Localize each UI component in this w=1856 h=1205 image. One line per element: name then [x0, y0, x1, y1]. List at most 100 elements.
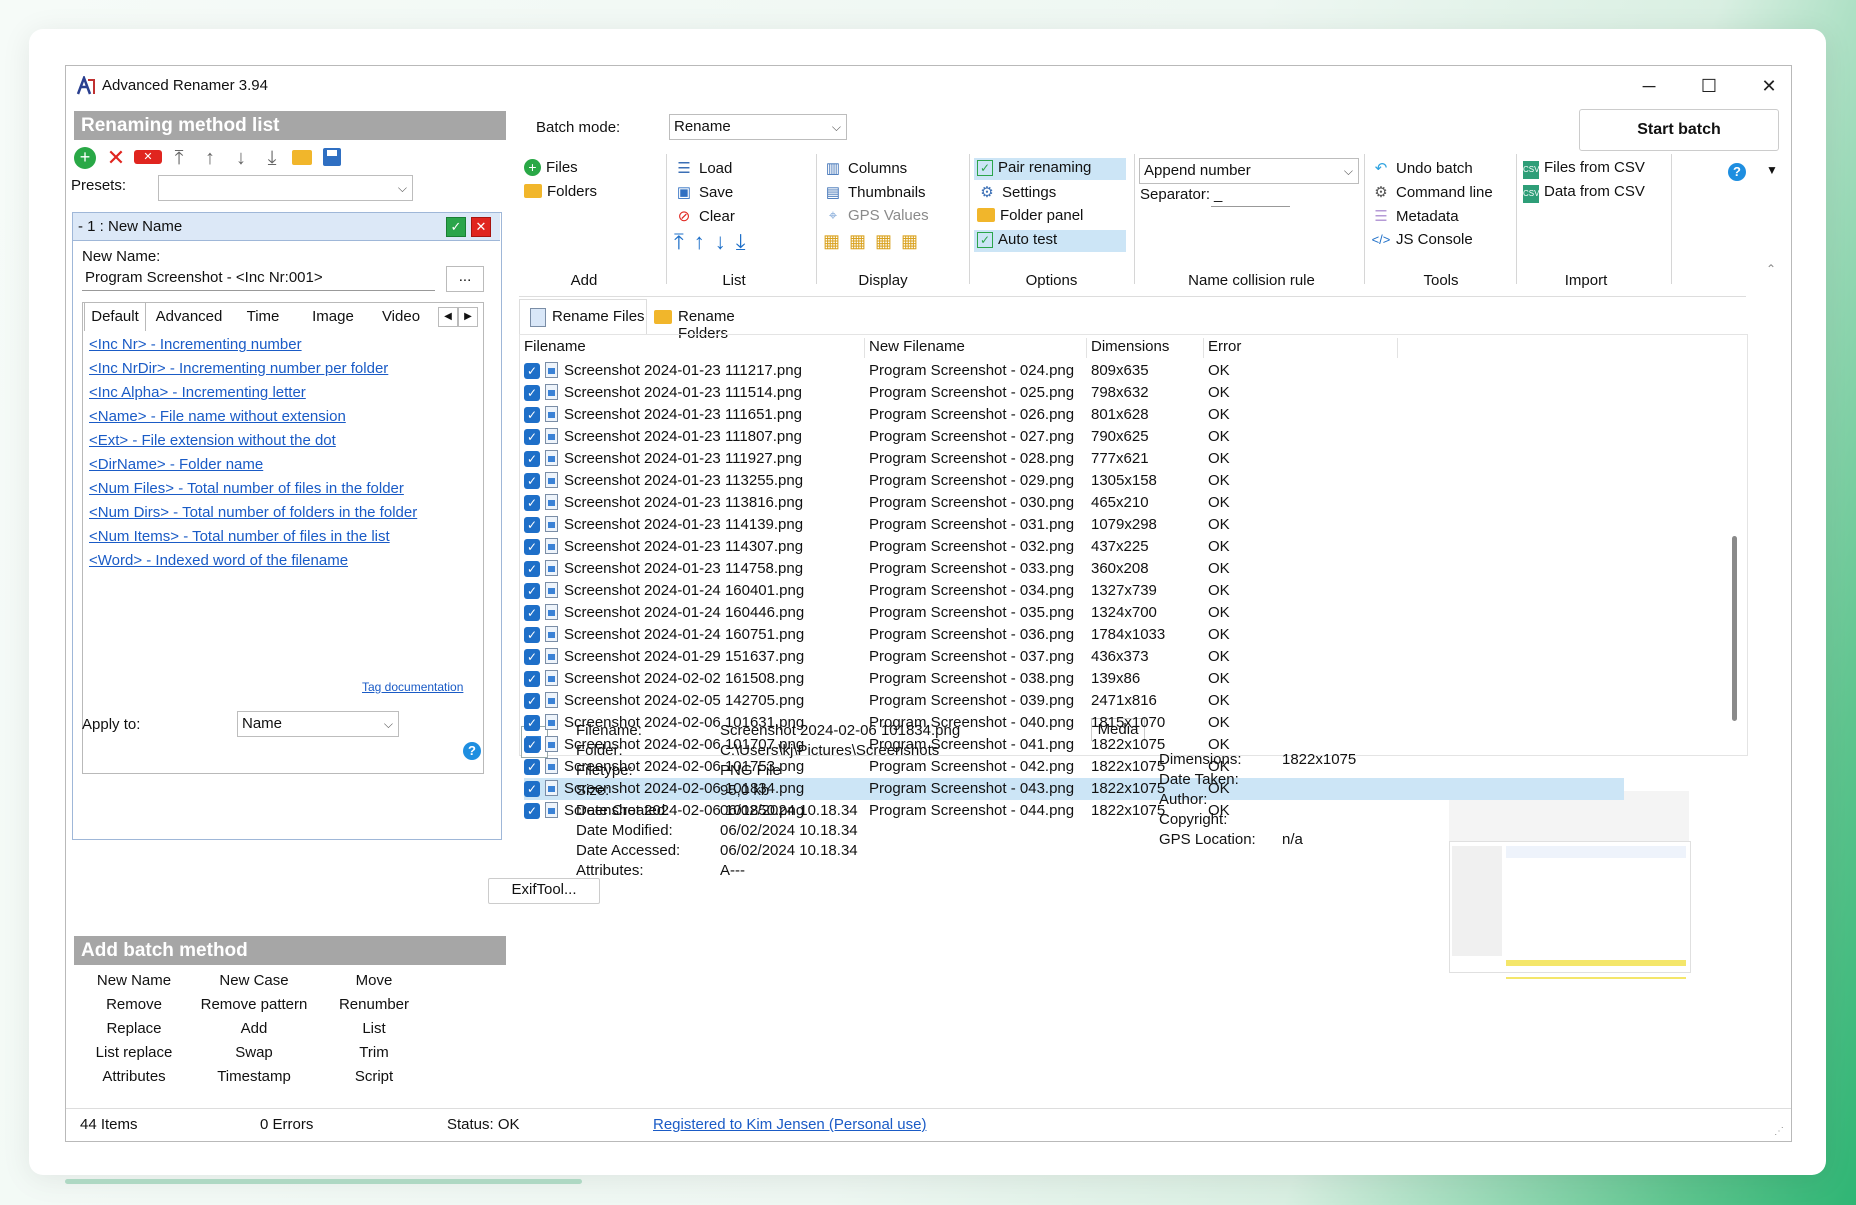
row-checkbox[interactable]: ✓: [524, 517, 540, 533]
tag-link-name[interactable]: <Name> - File name without extension: [89, 408, 346, 425]
command-line-button[interactable]: ⚙ Command line: [1371, 183, 1492, 201]
tab-rename-folders[interactable]: Rename Folders: [648, 303, 788, 342]
delete-all-icon[interactable]: ✕: [134, 150, 162, 164]
table-row[interactable]: ✓ Screenshot 2024-01-23 114139.png Program…: [524, 514, 1624, 536]
row-checkbox[interactable]: ✓: [524, 539, 540, 555]
row-checkbox[interactable]: ✓: [524, 495, 540, 511]
method-renumber[interactable]: Renumber: [314, 996, 434, 1013]
method-swap[interactable]: Swap: [184, 1044, 324, 1061]
display-columns-button[interactable]: ▥ Columns: [823, 159, 907, 177]
auto-test-toggle[interactable]: ✓ Auto test: [977, 231, 1057, 248]
row-checkbox[interactable]: ✓: [524, 627, 540, 643]
open-folder-icon[interactable]: [292, 150, 312, 165]
table-row[interactable]: ✓ Screenshot 2024-02-05 142705.png Program…: [524, 690, 1624, 712]
table-row[interactable]: ✓ Screenshot 2024-01-23 113255.png Program…: [524, 470, 1624, 492]
layout-details-icon[interactable]: ▦: [901, 231, 927, 251]
table-row[interactable]: ✓ Screenshot 2024-02-02 161508.png Program…: [524, 668, 1624, 690]
display-gps-button[interactable]: ⌖ GPS Values: [823, 207, 929, 224]
method-script[interactable]: Script: [314, 1068, 434, 1085]
layout-grid-icon[interactable]: ▦: [849, 231, 875, 251]
method-new-case[interactable]: New Case: [184, 972, 324, 989]
method-remove-pattern[interactable]: Remove pattern: [184, 996, 324, 1013]
method-list[interactable]: List: [314, 1020, 434, 1037]
resize-grip-icon[interactable]: ⋰: [1774, 1126, 1784, 1137]
row-checkbox[interactable]: ✓: [524, 385, 540, 401]
method-list-replace[interactable]: List replace: [74, 1044, 194, 1061]
row-checkbox[interactable]: ✓: [524, 605, 540, 621]
move-down-icon[interactable]: ↓: [715, 229, 736, 254]
move-bottom-icon[interactable]: ⤓: [736, 229, 756, 254]
tab-scroll-left-icon[interactable]: ◀: [438, 307, 458, 327]
table-row[interactable]: ✓ Screenshot 2024-01-23 111514.png Program…: [524, 382, 1624, 404]
table-row[interactable]: ✓ Screenshot 2024-02-06 101631.png Program…: [524, 712, 1624, 734]
layout-list-icon[interactable]: ▦: [823, 231, 849, 251]
row-checkbox[interactable]: ✓: [524, 737, 540, 753]
method-attributes[interactable]: Attributes: [74, 1068, 194, 1085]
row-checkbox[interactable]: ✓: [524, 759, 540, 775]
tab-advanced[interactable]: Advanced: [150, 304, 228, 330]
new-name-input[interactable]: Program Screenshot - <Inc Nr:001>: [82, 266, 435, 291]
collision-rule-dropdown[interactable]: Append number ⌵: [1139, 158, 1359, 184]
list-load-button[interactable]: ☰ Load: [674, 159, 732, 177]
tag-link-dirname[interactable]: <DirName> - Folder name: [89, 456, 263, 473]
method-add[interactable]: Add: [184, 1020, 324, 1037]
delete-method-icon[interactable]: ✕: [105, 147, 127, 169]
table-row[interactable]: ✓ Screenshot 2024-01-23 114307.png Program…: [524, 536, 1624, 558]
move-top-icon[interactable]: ⤒: [168, 147, 190, 169]
add-method-icon[interactable]: +: [74, 147, 96, 169]
column-dimensions[interactable]: Dimensions: [1091, 338, 1169, 355]
save-preset-icon[interactable]: [323, 148, 341, 166]
minimize-button[interactable]: ─: [1634, 74, 1664, 98]
metadata-button[interactable]: ☰ Metadata: [1371, 207, 1458, 225]
tab-video[interactable]: Video: [372, 304, 430, 330]
table-row[interactable]: ✓ Screenshot 2024-01-23 111217.png Program…: [524, 360, 1624, 382]
remove-method-icon[interactable]: ✕: [471, 217, 491, 237]
method-timestamp[interactable]: Timestamp: [184, 1068, 324, 1085]
row-checkbox[interactable]: ✓: [524, 451, 540, 467]
separator-input[interactable]: _: [1211, 184, 1290, 207]
table-row[interactable]: ✓ Screenshot 2024-01-24 160446.png Program…: [524, 602, 1624, 624]
table-row[interactable]: ✓ Screenshot 2024-02-06 101834.png Program…: [524, 778, 1624, 800]
tag-link-inc-nrdir[interactable]: <Inc NrDir> - Incrementing number per fo…: [89, 360, 388, 377]
row-checkbox[interactable]: ✓: [524, 561, 540, 577]
row-checkbox[interactable]: ✓: [524, 363, 540, 379]
maximize-button[interactable]: ☐: [1694, 74, 1724, 98]
undo-batch-button[interactable]: ↶ Undo batch: [1371, 159, 1473, 177]
tag-link-num-files[interactable]: <Num Files> - Total number of files in t…: [89, 480, 404, 497]
start-batch-button[interactable]: Start batch: [1579, 109, 1779, 151]
move-top-icon[interactable]: ⤒: [674, 229, 694, 254]
add-files-button[interactable]: + Files: [524, 159, 578, 176]
method-replace[interactable]: Replace: [74, 1020, 194, 1037]
row-checkbox[interactable]: ✓: [524, 781, 540, 797]
tag-link-num-items[interactable]: <Num Items> - Total number of files in t…: [89, 528, 390, 545]
enable-method-checkbox[interactable]: ✓: [446, 217, 466, 237]
row-checkbox[interactable]: ✓: [524, 407, 540, 423]
row-checkbox[interactable]: ✓: [524, 671, 540, 687]
data-from-csv-button[interactable]: CSV Data from CSV: [1523, 183, 1645, 203]
tab-image[interactable]: Image: [298, 304, 368, 330]
table-row[interactable]: ✓ Screenshot 2024-02-06 101707.png Program…: [524, 734, 1624, 756]
tab-default[interactable]: Default: [84, 302, 146, 331]
js-console-button[interactable]: </> JS Console: [1371, 231, 1473, 248]
column-error[interactable]: Error: [1208, 338, 1241, 355]
display-thumbnails-button[interactable]: ▤ Thumbnails: [823, 183, 926, 201]
exiftool-button[interactable]: ExifTool...: [488, 878, 600, 904]
table-row[interactable]: ✓ Screenshot 2024-01-24 160401.png Program…: [524, 580, 1624, 602]
tab-rename-files[interactable]: Rename Files: [519, 299, 647, 334]
row-checkbox[interactable]: ✓: [524, 583, 540, 599]
row-checkbox[interactable]: ✓: [524, 429, 540, 445]
tag-link-ext[interactable]: <Ext> - File extension without the dot: [89, 432, 336, 449]
table-row[interactable]: ✓ Screenshot 2024-01-23 111807.png Program…: [524, 426, 1624, 448]
method-move[interactable]: Move: [314, 972, 434, 989]
table-row[interactable]: ✓ Screenshot 2024-02-06 101850.png Program…: [524, 800, 1624, 822]
table-row[interactable]: ✓ Screenshot 2024-01-23 111927.png Program…: [524, 448, 1624, 470]
move-down-icon[interactable]: ↓: [230, 147, 252, 169]
apply-to-dropdown[interactable]: Name ⌵: [237, 711, 399, 737]
tag-link-inc-alpha[interactable]: <Inc Alpha> - Incrementing letter: [89, 384, 306, 401]
collapse-ribbon-icon[interactable]: ⌃: [1766, 262, 1776, 276]
registration-link[interactable]: Registered to Kim Jensen (Personal use): [653, 1116, 926, 1133]
list-clear-button[interactable]: ⊘ Clear: [674, 207, 735, 225]
column-new-filename[interactable]: New Filename: [869, 338, 965, 355]
row-checkbox[interactable]: ✓: [524, 649, 540, 665]
layout-tiles-icon[interactable]: ▦: [875, 231, 901, 251]
